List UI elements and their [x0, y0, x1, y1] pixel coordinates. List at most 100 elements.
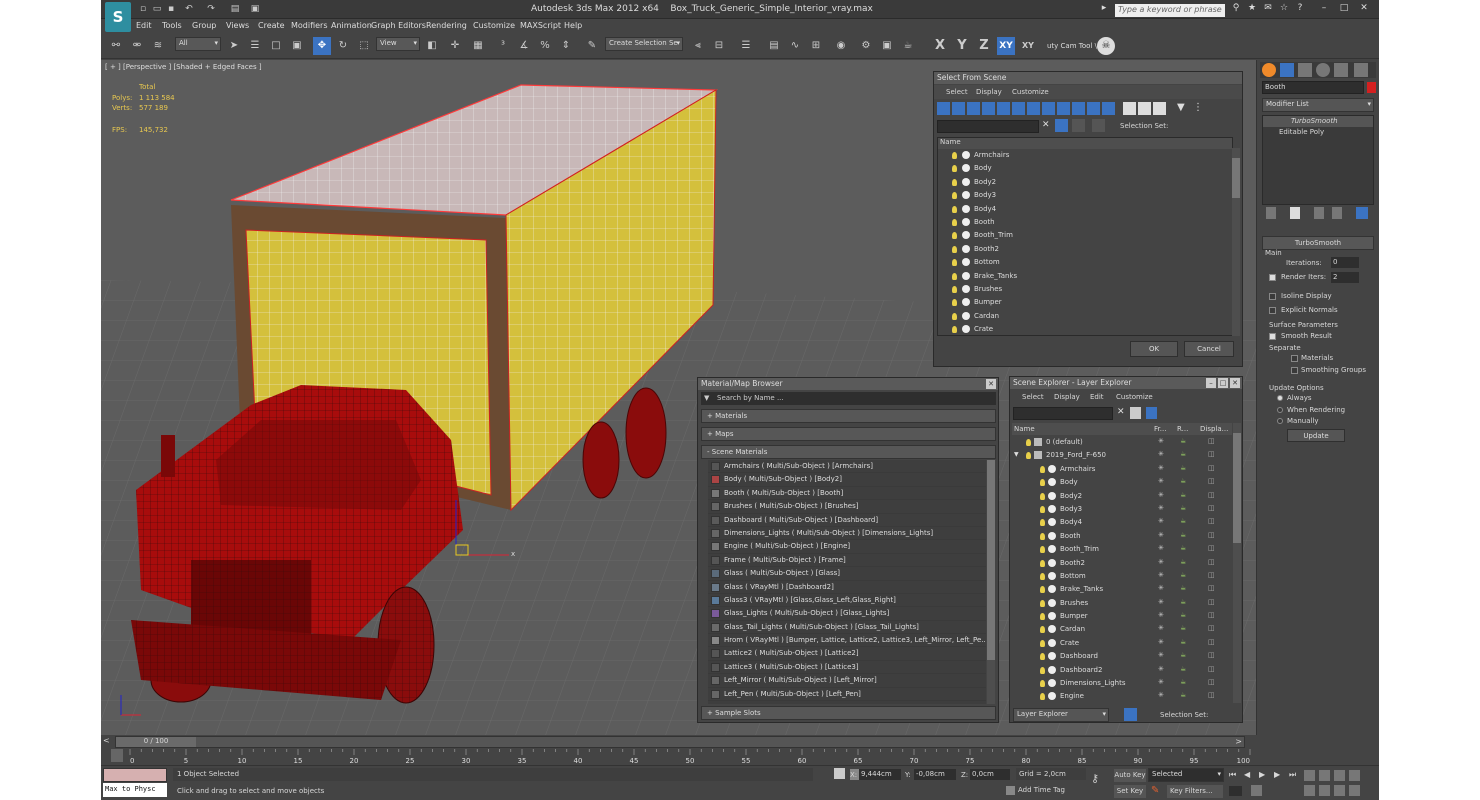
- sfs-list-item[interactable]: Armchairs: [938, 149, 1232, 162]
- se-tree[interactable]: 0 (default) ✳ ☕ ◫ ▼ 2019_Ford_F-650 ✳ ☕ ◫ Armchai…: [1012, 436, 1232, 704]
- xrefs-filter-icon[interactable]: [1042, 102, 1055, 115]
- se-object-row[interactable]: Booth2 ✳ ☕ ◫: [1012, 557, 1232, 570]
- select-invert-icon[interactable]: [1153, 102, 1166, 115]
- sfs-list-item[interactable]: Brake_Tanks: [938, 270, 1232, 283]
- menu-views[interactable]: Views: [226, 21, 249, 30]
- maximize-button[interactable]: □: [1337, 3, 1351, 16]
- z-coord-field[interactable]: 0,0cm: [970, 769, 1010, 780]
- current-frame-field[interactable]: [1229, 786, 1242, 796]
- light-bulb-icon[interactable]: [1040, 559, 1045, 567]
- filter-icon[interactable]: ▼: [1177, 102, 1190, 115]
- display-icon[interactable]: ◫: [1208, 544, 1215, 552]
- freeze-icon[interactable]: ✳: [1158, 651, 1164, 659]
- field-of-view-icon[interactable]: [1304, 785, 1315, 796]
- render-teapot-icon[interactable]: ☕: [1180, 491, 1186, 499]
- stack-item-turbosmooth[interactable]: TurboSmooth: [1263, 116, 1373, 127]
- render-teapot-icon[interactable]: ☕: [1180, 464, 1186, 472]
- undo-icon[interactable]: ↶: [183, 3, 195, 15]
- iterations-spinner[interactable]: 0: [1331, 257, 1359, 268]
- manually-radio[interactable]: [1277, 418, 1283, 424]
- freeze-icon[interactable]: ✳: [1158, 517, 1164, 525]
- shapes-filter-icon[interactable]: [952, 102, 965, 115]
- maxscript-listener[interactable]: [103, 768, 167, 782]
- previous-frame-icon[interactable]: ◀: [1244, 770, 1250, 779]
- menu-tools[interactable]: Tools: [162, 21, 182, 30]
- explicit-normals-checkbox[interactable]: [1269, 307, 1276, 314]
- light-bulb-icon[interactable]: [952, 312, 957, 320]
- se-minimize-icon[interactable]: –: [1206, 378, 1216, 388]
- selection-filter-dropdown[interactable]: All: [175, 37, 221, 51]
- display-icon[interactable]: ◫: [1208, 437, 1215, 445]
- cameras-filter-icon[interactable]: [982, 102, 995, 115]
- material-list-item[interactable]: Glass3 ( VRayMtl ) [Glass,Glass_Left,Gla…: [708, 594, 986, 608]
- render-teapot-icon[interactable]: ☕: [1180, 544, 1186, 552]
- display-icon[interactable]: ◫: [1208, 584, 1215, 592]
- info-icon[interactable]: ▸: [1097, 3, 1111, 16]
- material-list-item[interactable]: Frame ( Multi/Sub-Object ) [Frame]: [708, 554, 986, 568]
- freeze-icon[interactable]: ✳: [1158, 611, 1164, 619]
- material-list-item[interactable]: Glass_Lights ( Multi/Sub-Object ) [Glass…: [708, 607, 986, 621]
- display-icon[interactable]: ◫: [1208, 491, 1215, 499]
- display-icon[interactable]: ◫: [1208, 651, 1215, 659]
- configure-modifier-sets-icon[interactable]: [1356, 207, 1368, 219]
- material-list-item[interactable]: Glass ( Multi/Sub-Object ) [Glass]: [708, 567, 986, 581]
- remove-modifier-icon[interactable]: [1332, 207, 1342, 219]
- freeze-icon[interactable]: ✳: [1158, 450, 1164, 458]
- communication-icon[interactable]: ✉: [1261, 3, 1275, 16]
- manipulate-icon[interactable]: ✛: [446, 37, 464, 55]
- light-bulb-icon[interactable]: [1040, 532, 1045, 540]
- utility-cam-tool-label[interactable]: uty Cam Tool \: [1047, 42, 1097, 50]
- rectangular-selection-icon[interactable]: □: [267, 37, 285, 55]
- material-search-input[interactable]: Search by Name ...: [701, 392, 996, 405]
- hierarchy-tab-icon[interactable]: [1298, 63, 1312, 77]
- se-menu-customize[interactable]: Customize: [1116, 393, 1153, 401]
- display-icon[interactable]: ◫: [1208, 678, 1215, 686]
- render-setup-icon[interactable]: ⚙: [857, 37, 875, 55]
- named-selection-dropdown[interactable]: Create Selection Se: [605, 37, 683, 51]
- skull-icon[interactable]: ☠: [1097, 37, 1115, 55]
- sfs-list-item[interactable]: Body4: [938, 203, 1232, 216]
- material-list-item[interactable]: Dashboard ( Multi/Sub-Object ) [Dashboar…: [708, 514, 986, 527]
- se-object-row[interactable]: Cardan ✳ ☕ ◫: [1012, 623, 1232, 636]
- spacewarps-filter-icon[interactable]: [1012, 102, 1025, 115]
- align-icon[interactable]: ⊟: [710, 37, 728, 55]
- axis-xy-constraint-button[interactable]: XY: [1019, 37, 1037, 55]
- render-iters-spinner[interactable]: 2: [1331, 272, 1359, 283]
- material-list-item[interactable]: Left_Mirror ( Multi/Sub-Object ) [Left_M…: [708, 674, 986, 688]
- material-browser-title[interactable]: Material/Map Browser: [698, 378, 998, 390]
- select-rotate-icon[interactable]: ↻: [334, 37, 352, 55]
- zoom-all-icon[interactable]: [1319, 770, 1330, 781]
- set-key-pen-icon[interactable]: ✎: [1151, 785, 1163, 797]
- render-teapot-icon[interactable]: ☕: [1180, 638, 1186, 646]
- light-bulb-icon[interactable]: [1040, 653, 1045, 661]
- search-options-icon[interactable]: ▼: [704, 394, 709, 402]
- axis-y-button[interactable]: Y: [953, 37, 971, 55]
- light-bulb-icon[interactable]: [1040, 546, 1045, 554]
- object-color-swatch[interactable]: [1367, 82, 1376, 93]
- display-icon[interactable]: ◫: [1208, 691, 1215, 699]
- freeze-icon[interactable]: ✳: [1158, 691, 1164, 699]
- geometry-filter-icon[interactable]: [937, 102, 950, 115]
- light-bulb-icon[interactable]: [952, 232, 957, 240]
- display-icon[interactable]: ◫: [1208, 598, 1215, 606]
- display-icon[interactable]: ◫: [1208, 558, 1215, 566]
- sfs-list-item[interactable]: Body3: [938, 189, 1232, 202]
- schematic-view-icon[interactable]: ⊞: [807, 37, 825, 55]
- play-icon[interactable]: ▶: [1259, 770, 1265, 779]
- light-bulb-icon[interactable]: [952, 259, 957, 267]
- light-bulb-icon[interactable]: [1040, 599, 1045, 607]
- menu-help[interactable]: Help: [564, 21, 582, 30]
- se-scrollbar[interactable]: [1233, 423, 1241, 703]
- bind-spacewarp-icon[interactable]: ≋: [149, 37, 167, 55]
- se-object-row[interactable]: Dashboard2 ✳ ☕ ◫: [1012, 664, 1232, 677]
- highlight-icon[interactable]: [1072, 119, 1085, 132]
- open-icon[interactable]: ▭: [151, 3, 163, 15]
- material-browser-close-icon[interactable]: ✕: [986, 379, 996, 389]
- go-to-start-icon[interactable]: ⏮: [1229, 770, 1236, 780]
- find-case-icon[interactable]: [1055, 119, 1068, 132]
- isoline-checkbox[interactable]: [1269, 293, 1276, 300]
- menu-customize[interactable]: Customize: [473, 21, 515, 30]
- key-filters-button[interactable]: Key Filters...: [1167, 785, 1223, 798]
- material-list-item[interactable]: Body ( Multi/Sub-Object ) [Body2]: [708, 473, 986, 487]
- render-teapot-icon[interactable]: ☕: [1180, 611, 1186, 619]
